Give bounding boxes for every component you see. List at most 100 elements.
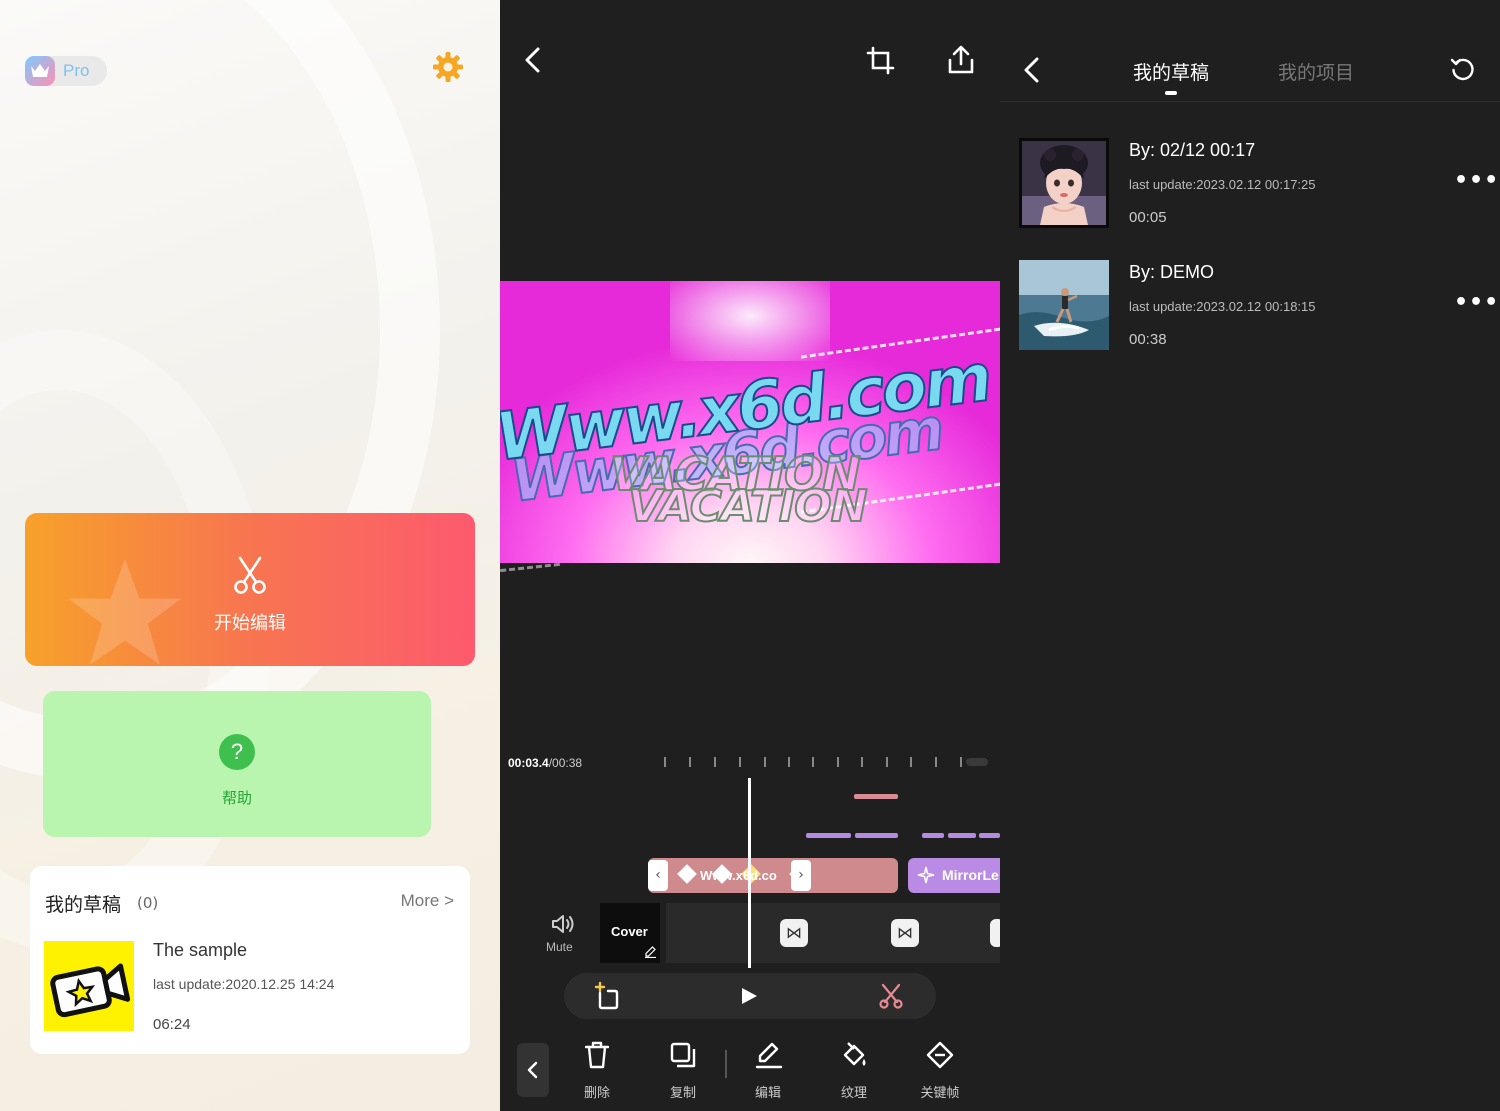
surfing-image (1019, 260, 1109, 350)
project-thumbnail (1019, 138, 1109, 228)
tab-indicator (1165, 91, 1177, 95)
editor-screen: Www.x6d.com Www.x6d.com VACATION VACATIO… (500, 0, 1000, 1111)
tab-my-drafts[interactable]: 我的草稿 (1133, 58, 1209, 85)
home-screen: Pro 开始编辑 ? 帮助 我的草稿 (0) More > The sample… (0, 0, 500, 1111)
ruler-tick (812, 757, 814, 767)
crop-icon[interactable] (866, 46, 896, 76)
ruler-tick (861, 757, 863, 767)
effect-lane-bar[interactable] (948, 833, 976, 838)
audio-lane-bar[interactable] (854, 794, 898, 799)
pen-icon (755, 1042, 783, 1069)
selection-box-edge (500, 562, 560, 573)
ruler-tick (739, 757, 741, 767)
preview-glow (670, 281, 830, 361)
scissors-icon (234, 556, 266, 594)
video-preview[interactable]: Www.x6d.com Www.x6d.com VACATION VACATIO… (500, 281, 1000, 563)
cover-label: Cover (611, 924, 648, 939)
gear-icon[interactable] (432, 51, 464, 83)
effect-lane-bar[interactable] (855, 833, 898, 838)
effect-lane-bar[interactable] (922, 833, 944, 838)
drafts-more-link[interactable]: More > (401, 891, 454, 911)
project-last-update: last update:2023.02.12 00:17:25 (1129, 177, 1316, 192)
sparkle-icon (917, 866, 935, 884)
tab-my-projects[interactable]: 我的项目 (1278, 58, 1354, 85)
project-duration: 00:38 (1129, 331, 1167, 348)
transition-button[interactable] (990, 919, 1000, 947)
total-time: /00:38 (548, 756, 583, 770)
play-icon[interactable] (739, 986, 759, 1006)
toolbar-back-button[interactable] (517, 1043, 549, 1097)
paint-bucket-icon (843, 1042, 866, 1066)
my-drafts-card: 我的草稿 (0) More > The sample last update:2… (30, 866, 470, 1054)
effect-lane-bar[interactable] (806, 833, 851, 838)
project-thumbnail (1019, 260, 1109, 350)
ruler-tick (960, 757, 962, 767)
timecode: 00:03.4/00:38 (508, 756, 582, 770)
speaker-icon[interactable] (551, 913, 575, 935)
current-time: 00:03.4 (508, 756, 549, 770)
clip-right-handle[interactable]: › (791, 860, 811, 891)
back-arrow-icon[interactable] (522, 46, 544, 74)
portrait-image (1022, 141, 1106, 225)
tool-edit-label: 编辑 (754, 1086, 781, 1101)
mute-label: Mute (546, 940, 573, 954)
ruler-tick (886, 757, 888, 767)
more-icon[interactable]: ••• (1454, 290, 1499, 315)
trash-icon (585, 1041, 609, 1069)
drafts-title: 我的草稿 (45, 894, 122, 916)
clip-left-handle[interactable]: ‹ (648, 860, 668, 891)
ruler-tick (714, 757, 716, 767)
back-arrow-icon[interactable] (1022, 57, 1042, 83)
ruler-tick (788, 757, 790, 767)
sample-duration: 06:24 (153, 1016, 191, 1033)
tool-copy-label: 复制 (669, 1086, 696, 1101)
sample-name: The sample (153, 940, 248, 960)
ruler-tick (910, 757, 912, 767)
ruler-tick (764, 757, 766, 767)
export-icon[interactable] (946, 45, 976, 75)
video-track[interactable] (666, 903, 1000, 963)
sample-last-update: last update:2020.12.25 14:24 (153, 976, 335, 992)
start-editing-label: 开始编辑 (214, 613, 286, 634)
project-last-update: last update:2023.02.12 00:18:15 (1129, 299, 1316, 314)
crown-icon (25, 56, 55, 86)
toolbar-divider (725, 1050, 727, 1078)
ruler-tick (837, 757, 839, 767)
transition-button[interactable]: ⋈ (891, 919, 919, 947)
sample-thumbnail[interactable] (44, 941, 134, 1031)
video-camera-star-icon (50, 963, 131, 1018)
tool-delete-label: 删除 (583, 1086, 610, 1101)
keyframe-diamond-icon (926, 1041, 954, 1069)
playhead[interactable] (748, 778, 751, 968)
edit-pencil-icon (645, 946, 656, 958)
project-title: By: 02/12 00:17 (1129, 140, 1256, 160)
more-icon[interactable]: ••• (1454, 168, 1499, 193)
tool-keyframe-label: 关键帧 (920, 1086, 960, 1101)
start-editing-button[interactable]: 开始编辑 (25, 513, 475, 666)
transition-button[interactable]: ⋈ (780, 919, 808, 947)
drafts-count: (0) (137, 894, 159, 912)
pro-label: Pro (63, 61, 90, 80)
project-title: By: DEMO (1129, 262, 1215, 282)
projects-screen: 我的草稿 我的项目 By: 02/12 00:17 last update:20… (1000, 0, 1500, 1111)
ruler-tick (664, 757, 666, 767)
chevron-left-icon (527, 1061, 538, 1079)
vacation-text-shadow: VACATION (627, 480, 869, 533)
effect-lane-bar[interactable] (979, 833, 1000, 838)
pro-badge[interactable]: Pro (25, 56, 107, 86)
ruler-tick (689, 757, 691, 767)
refresh-icon[interactable] (1450, 57, 1476, 83)
scissors-icon[interactable] (878, 983, 904, 1009)
help-label: 帮助 (221, 789, 252, 807)
add-clip-icon[interactable] (594, 981, 622, 1011)
copy-icon (670, 1042, 696, 1068)
help-button[interactable]: ? 帮助 (43, 691, 431, 837)
help-icon: ? (219, 734, 255, 770)
ruler-end-marker (966, 758, 988, 766)
header-divider (1000, 101, 1500, 102)
app-screenshot: Pro 开始编辑 ? 帮助 我的草稿 (0) More > The sample… (0, 0, 1500, 1111)
ruler-tick (935, 757, 937, 767)
tool-texture-label: 纹理 (840, 1086, 867, 1101)
effect-clip-label: MirrorLe (942, 867, 999, 883)
project-duration: 00:05 (1129, 209, 1167, 226)
